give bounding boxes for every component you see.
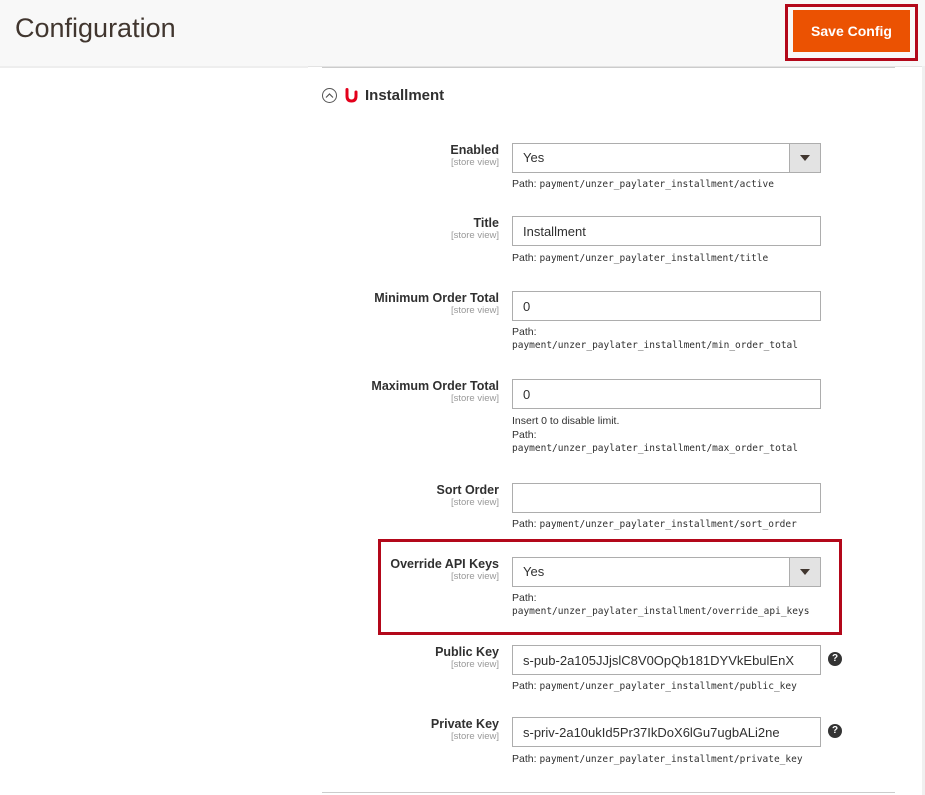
scope-label: [store view]: [450, 305, 499, 316]
public-key-input[interactable]: [512, 645, 821, 675]
title-input[interactable]: [512, 216, 821, 246]
left-divider: [0, 66, 308, 68]
save-config-button[interactable]: Save Config: [793, 10, 910, 52]
selected-value: Yes: [523, 564, 545, 579]
scope-label: [store view]: [450, 393, 499, 404]
sort-order-input[interactable]: [512, 483, 821, 513]
chevron-down-icon[interactable]: [789, 558, 820, 586]
config-path: Path: payment/unzer_paylater_installment…: [512, 592, 810, 617]
config-path: Path: payment/unzer_paylater_installment…: [512, 178, 774, 190]
unzer-logo-icon: [345, 87, 358, 103]
scope-label: [store view]: [450, 571, 499, 582]
private-key-input[interactable]: [512, 717, 821, 747]
field-label: Override API Keys: [390, 557, 499, 571]
help-icon[interactable]: ?: [828, 724, 842, 738]
config-path: Path: payment/unzer_paylater_installment…: [512, 518, 797, 530]
collapse-circle-icon[interactable]: [322, 87, 337, 103]
override-api-keys-select[interactable]: Yes: [512, 557, 821, 587]
config-path: Path: payment/unzer_paylater_installment…: [512, 753, 803, 765]
config-path: Path: payment/unzer_paylater_installment…: [512, 680, 797, 692]
field-label: Enabled: [450, 143, 499, 157]
enabled-select[interactable]: Yes: [512, 143, 821, 173]
scope-label: [store view]: [450, 497, 499, 508]
override-api-keys-highlight: [378, 539, 842, 635]
page-title: Configuration: [15, 13, 176, 43]
section-title: Installment: [365, 86, 445, 104]
scope-label: [store view]: [450, 731, 499, 742]
scope-label: [store view]: [450, 659, 499, 670]
section-header[interactable]: Installment: [322, 84, 444, 106]
field-label: Minimum Order Total: [374, 291, 499, 305]
field-hint: Insert 0 to disable limit. Path: payment…: [512, 415, 798, 454]
min-order-total-input[interactable]: [512, 291, 821, 321]
scope-label: [store view]: [450, 157, 499, 168]
config-path: Path: payment/unzer_paylater_installment…: [512, 252, 769, 264]
max-order-total-input[interactable]: [512, 379, 821, 409]
config-path: Path: payment/unzer_paylater_installment…: [512, 326, 798, 351]
scope-label: [store view]: [450, 230, 499, 241]
help-icon[interactable]: ?: [828, 652, 842, 666]
field-label: Public Key: [435, 645, 499, 659]
section-top-rule: [322, 67, 895, 68]
field-label: Sort Order: [436, 483, 499, 497]
field-label: Title: [473, 216, 499, 230]
section-bottom-rule: [322, 792, 895, 793]
field-label: Private Key: [430, 717, 499, 731]
page-header: Configuration Save Config: [0, 0, 925, 67]
selected-value: Yes: [523, 150, 545, 165]
chevron-down-icon[interactable]: [789, 144, 820, 172]
field-label: Maximum Order Total: [371, 379, 499, 393]
